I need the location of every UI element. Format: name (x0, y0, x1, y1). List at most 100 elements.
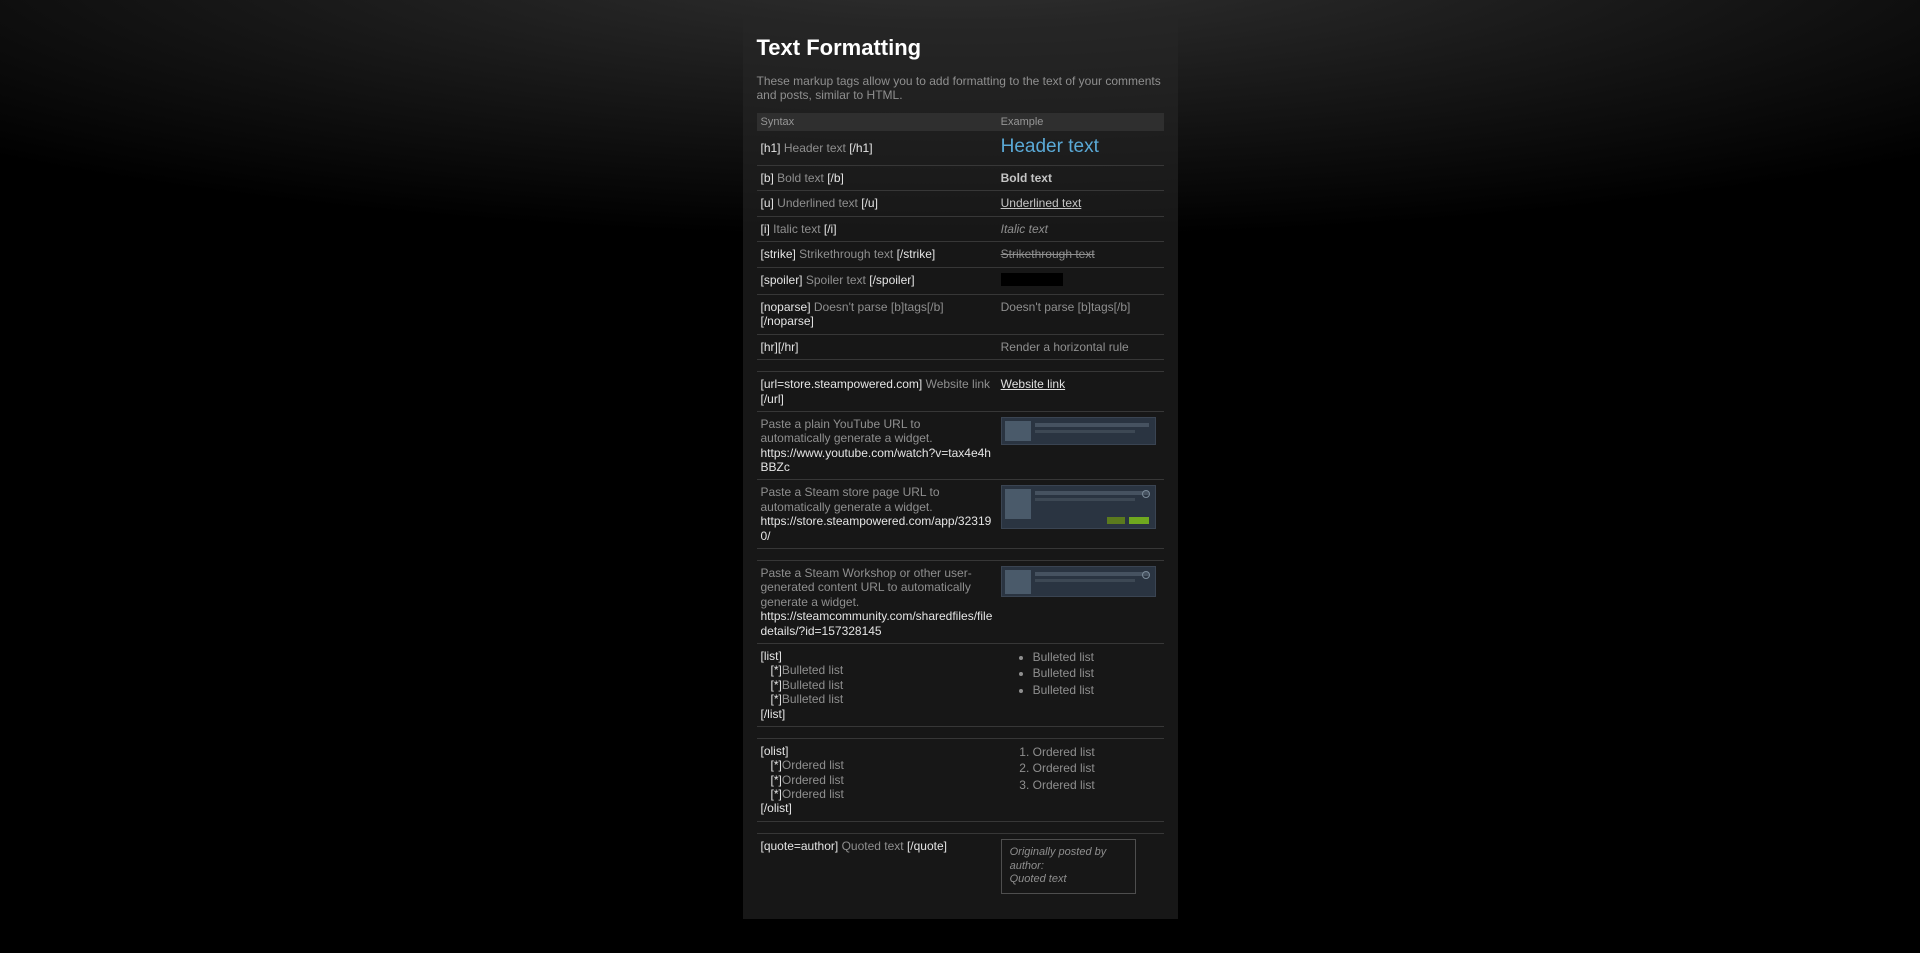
syntax-cell: [i] Italic text [/i] (757, 216, 997, 241)
li-tag: [*] (771, 773, 782, 787)
example-spoiler[interactable] (1001, 273, 1063, 286)
syntax-cell: [noparse] Doesn't parse [b]tags[/b] [/no… (757, 294, 997, 334)
steam-icon (1142, 490, 1150, 498)
price-button (1107, 517, 1125, 524)
table-header-row: Syntax Example (757, 113, 1164, 131)
workshop-desc: Paste a Steam Workshop or other user-gen… (761, 566, 972, 609)
example-hr: Render a horizontal rule (1001, 340, 1129, 354)
formatting-table: Syntax Example [h1] Header text [/h1] He… (757, 113, 1164, 900)
separator (757, 360, 1164, 372)
widget-thumb (1005, 489, 1031, 519)
example-cell (997, 480, 1164, 549)
syntax-cell: [spoiler] Spoiler text [/spoiler] (757, 267, 997, 294)
list-item: Ordered list (1033, 744, 1160, 760)
row-ulist: [list] [*]Bulleted list [*]Bulleted list… (757, 643, 1164, 726)
workshop-widget[interactable] (1001, 566, 1156, 597)
example-quote: Originally posted by author: Quoted text (1001, 839, 1136, 894)
col-syntax: Syntax (757, 113, 997, 131)
tag-text: Spoiler text (803, 273, 870, 287)
row-quote: [quote=author] Quoted text [/quote] Orig… (757, 833, 1164, 899)
youtube-url: https://www.youtube.com/watch?v=tax4e4hB… (761, 446, 991, 474)
quote-header: Originally posted by author: (1010, 846, 1107, 872)
tag-text: Strikethrough text (796, 247, 897, 261)
row-spoiler: [spoiler] Spoiler text [/spoiler] (757, 267, 1164, 294)
tag-text: Header text (781, 141, 850, 155)
example-cell: Ordered list Ordered list Ordered list (997, 738, 1164, 821)
li-text: Ordered list (782, 787, 844, 801)
tag-open: [b] (761, 171, 774, 185)
row-noparse: [noparse] Doesn't parse [b]tags[/b] [/no… (757, 294, 1164, 334)
list-item: Bulleted list (1033, 682, 1160, 698)
row-h1: [h1] Header text [/h1] Header text (757, 131, 1164, 166)
syntax-cell: [list] [*]Bulleted list [*]Bulleted list… (757, 643, 997, 726)
li-text: Ordered list (782, 758, 844, 772)
li-tag: [*] (771, 787, 782, 801)
list-item: Ordered list (1033, 760, 1160, 776)
tag-text: Underlined text (774, 196, 861, 210)
syntax-cell: [quote=author] Quoted text [/quote] (757, 833, 997, 899)
separator (757, 549, 1164, 561)
list-item: Bulleted list (1033, 649, 1160, 665)
store-url: https://store.steampowered.com/app/32319… (761, 514, 992, 542)
list-item: Bulleted list (1033, 665, 1160, 681)
row-url: [url=store.steampowered.com] Website lin… (757, 372, 1164, 412)
example-cell: Strikethrough text (997, 242, 1164, 267)
widget-line (1035, 572, 1149, 576)
example-cell: Doesn't parse [b]tags[/b] (997, 294, 1164, 334)
tag-close: [/u] (861, 196, 878, 210)
row-strike: [strike] Strikethrough text [/strike] St… (757, 242, 1164, 267)
tag-open: [h1] (761, 141, 781, 155)
row-bold: [b] Bold text [/b] Bold text (757, 165, 1164, 190)
separator (757, 726, 1164, 738)
li-text: Bulleted list (782, 678, 843, 692)
tag-open: [strike] (761, 247, 796, 261)
tag-open: [quote=author] (761, 839, 839, 853)
syntax-cell: [b] Bold text [/b] (757, 165, 997, 190)
li-tag: [*] (771, 663, 782, 677)
example-cell: Underlined text (997, 191, 1164, 216)
page-title: Text Formatting (757, 35, 1164, 61)
row-store: Paste a Steam store page URL to automati… (757, 480, 1164, 549)
tag-open: [spoiler] (761, 273, 803, 287)
row-workshop: Paste a Steam Workshop or other user-gen… (757, 561, 1164, 644)
syntax-cell: [hr][/hr] (757, 334, 997, 359)
row-underline: [u] Underlined text [/u] Underlined text (757, 191, 1164, 216)
example-link[interactable]: Website link (1001, 377, 1065, 391)
separator (757, 821, 1164, 833)
li-text: Ordered list (782, 773, 844, 787)
syntax-cell: [olist] [*]Ordered list [*]Ordered list … (757, 738, 997, 821)
example-cell: Originally posted by author: Quoted text (997, 833, 1164, 899)
syntax-cell: [strike] Strikethrough text [/strike] (757, 242, 997, 267)
li-tag: [*] (771, 678, 782, 692)
widget-line (1035, 423, 1149, 427)
tag-close: [/strike] (897, 247, 936, 261)
example-cell (997, 267, 1164, 294)
quote-body: Quoted text (1010, 873, 1067, 885)
example-strike: Strikethrough text (1001, 247, 1095, 261)
example-cell: Header text (997, 131, 1164, 166)
youtube-widget[interactable] (1001, 417, 1156, 445)
tag-text: Bold text (774, 171, 827, 185)
example-cell (997, 411, 1164, 480)
row-olist: [olist] [*]Ordered list [*]Ordered list … (757, 738, 1164, 821)
tag-close: [/list] (761, 707, 786, 721)
tag-text: Website link (922, 377, 990, 391)
tag-close: [/b] (827, 171, 844, 185)
formatting-panel: Text Formatting These markup tags allow … (743, 19, 1178, 919)
row-hr: [hr][/hr] Render a horizontal rule (757, 334, 1164, 359)
youtube-desc: Paste a plain YouTube URL to automatical… (761, 417, 933, 445)
syntax-cell: Paste a Steam Workshop or other user-gen… (757, 561, 997, 644)
example-cell: Bold text (997, 165, 1164, 190)
intro-text: These markup tags allow you to add forma… (757, 75, 1164, 103)
buy-button (1129, 517, 1149, 524)
tag-open: [i] (761, 222, 770, 236)
tag-close: [/url] (761, 392, 784, 406)
li-text: Bulleted list (782, 663, 843, 677)
tag-close: [/spoiler] (869, 273, 914, 287)
store-widget[interactable] (1001, 485, 1156, 529)
store-desc: Paste a Steam store page URL to automati… (761, 485, 940, 513)
tag-text: Italic text (770, 222, 824, 236)
tag-close: [/i] (824, 222, 837, 236)
tag-text: Quoted text (838, 839, 907, 853)
li-tag: [*] (771, 692, 782, 706)
